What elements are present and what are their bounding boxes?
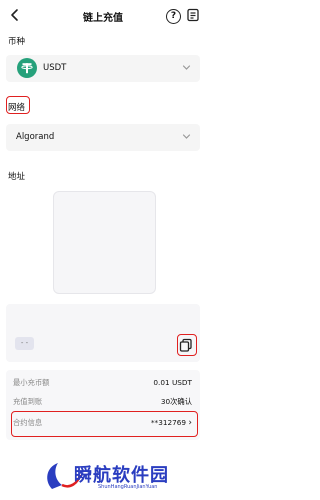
currency-select[interactable]: USDT [6,55,200,82]
min-deposit-label: 最小充币额 [13,378,50,387]
usdt-logo-icon [17,58,37,78]
qr-code [53,191,156,294]
network-value: Algorand [16,132,55,142]
history-icon[interactable] [186,8,200,22]
currency-value: USDT [43,63,67,73]
min-deposit-value: 0.01 USDT [153,378,192,387]
currency-label: 币种 [8,37,26,47]
network-label: 网络 [8,103,26,113]
chevron-down-icon [182,134,191,139]
address-label: 地址 [8,172,26,182]
chevron-down-icon [182,65,191,70]
network-select[interactable]: Algorand [6,124,200,151]
contract-info-highlight [11,411,198,437]
copy-icon[interactable] [178,337,194,353]
watermark-subtext: ShunHangRuanJianYuan [98,484,158,490]
confirmation-label: 充值到账 [13,397,43,406]
help-icon[interactable]: ? [166,9,181,24]
address-value: - - [15,337,34,350]
watermark-logo: 瞬航软件园 ShunHangRuanJianYuan [40,455,200,495]
confirmation-value: 30次确认 [160,397,192,406]
address-field: - - [6,304,200,362]
